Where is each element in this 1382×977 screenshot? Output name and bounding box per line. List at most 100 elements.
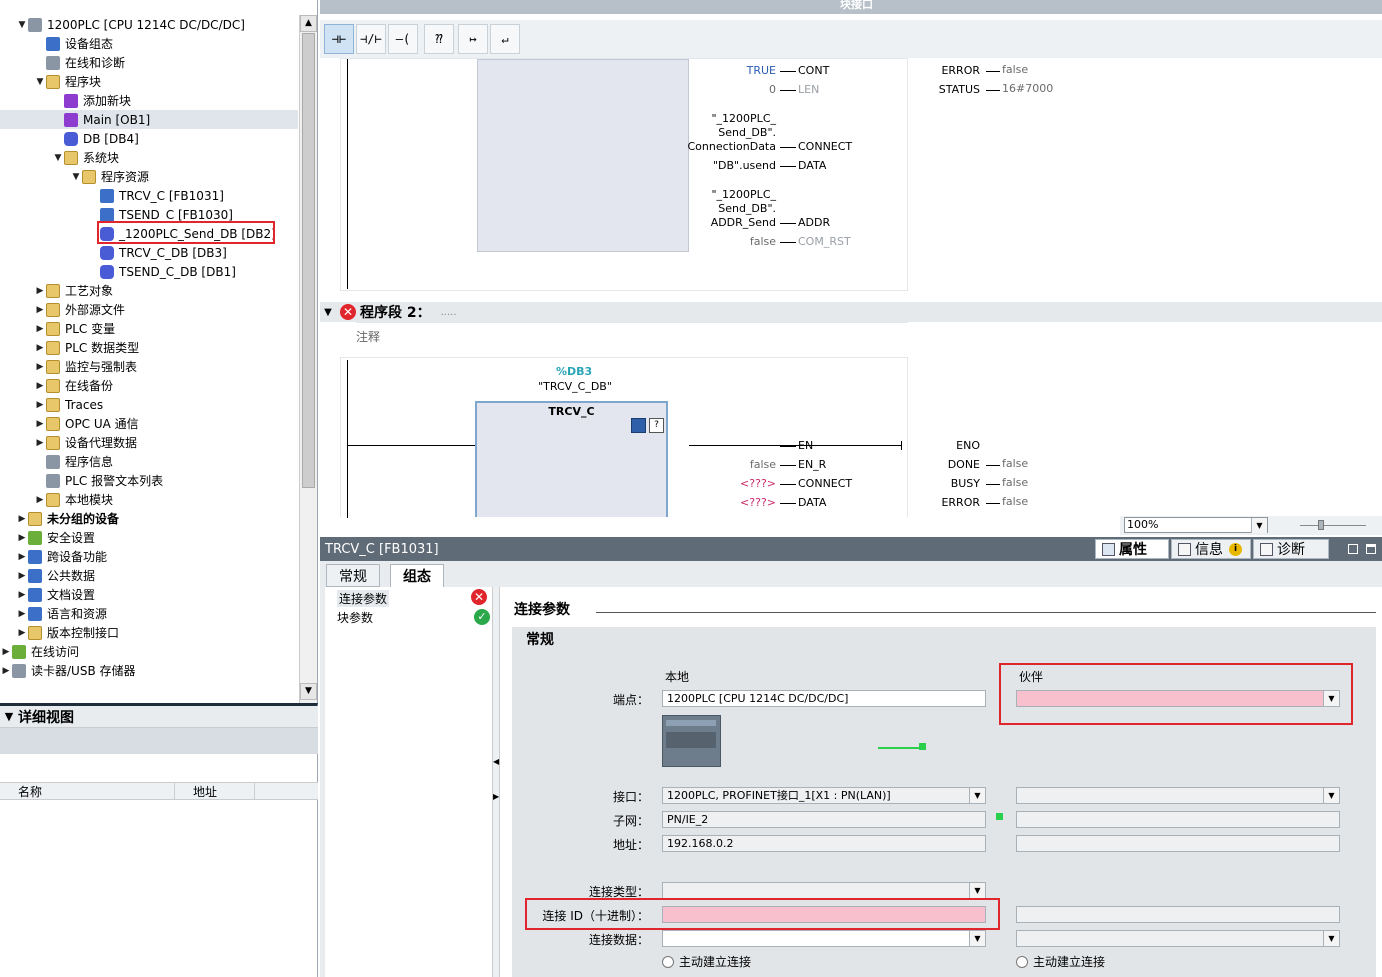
expand-right-icon[interactable]: ▶ xyxy=(493,792,499,801)
tree-item[interactable]: ▶ 公共数据 xyxy=(0,566,298,585)
local-subnet-field[interactable]: PN/IE_2 xyxy=(662,811,986,828)
expand-right-icon[interactable]: ▶ xyxy=(34,400,46,410)
tree-item[interactable]: ▶ PLC 数据类型 xyxy=(0,338,298,357)
tree-item[interactable]: DB [DB4] xyxy=(0,129,298,148)
collapse-left-icon[interactable]: ◀ xyxy=(493,757,499,766)
pin-len-value[interactable]: 0 xyxy=(658,83,776,97)
close-branch-button[interactable]: ↵ xyxy=(490,24,520,54)
nav-connection-params[interactable]: 连接参数 xyxy=(337,590,390,607)
expand-down-icon[interactable]: ▼ xyxy=(52,153,64,163)
zoom-slider[interactable] xyxy=(1300,525,1366,526)
tree-item[interactable]: ▼ 1200PLC [CPU 1214C DC/DC/DC] xyxy=(0,15,298,34)
tree-item[interactable]: TSEND_C_DB [DB1] xyxy=(0,262,298,281)
expand-right-icon[interactable]: ▶ xyxy=(16,552,28,562)
partner-active-connect-radio[interactable]: 主动建立连接 xyxy=(1016,953,1105,970)
tree-item[interactable]: ▶ PLC 变量 xyxy=(0,319,298,338)
column-name[interactable]: 名称 xyxy=(0,783,175,799)
expand-right-icon[interactable]: ▶ xyxy=(16,514,28,524)
tab-info[interactable]: 信息 i xyxy=(1171,539,1251,559)
tab-properties[interactable]: 属性 xyxy=(1095,539,1169,559)
tab-general[interactable]: 常规 xyxy=(326,564,380,587)
tree-item[interactable]: ▶ Traces xyxy=(0,395,298,414)
block-db-icon[interactable] xyxy=(631,418,646,433)
tree-item[interactable]: TRCV_C_DB [DB3] xyxy=(0,243,298,262)
tab-config[interactable]: 组态 xyxy=(390,564,444,587)
nav-block-params[interactable]: 块参数 xyxy=(337,609,373,626)
expand-right-icon[interactable]: ▶ xyxy=(34,381,46,391)
detail-view-header[interactable]: ▼ 详细视图 xyxy=(0,706,318,728)
empty-box-button[interactable]: ⁇ xyxy=(424,24,454,54)
tree-item[interactable]: ▼ 系统块 xyxy=(0,148,298,167)
tree-item[interactable]: ▶ 安全设置 xyxy=(0,528,298,547)
expand-right-icon[interactable]: ▶ xyxy=(34,362,46,372)
expand-down-icon[interactable]: ▼ xyxy=(16,20,28,30)
tree-item[interactable]: ▶ 工艺对象 xyxy=(0,281,298,300)
pin-addr-value[interactable]: "_1200PLC_ Send_DB". ADDR_Send xyxy=(658,188,776,230)
tree-item[interactable]: PLC 报警文本列表 xyxy=(0,471,298,490)
expand-right-icon[interactable]: ▶ xyxy=(16,571,28,581)
expand-right-icon[interactable]: ▶ xyxy=(34,495,46,505)
zoom-select[interactable]: 100% ▼ xyxy=(1124,517,1268,533)
restore-icon[interactable] xyxy=(1348,544,1358,554)
expand-right-icon[interactable]: ▶ xyxy=(34,324,46,334)
chevron-down-icon[interactable]: ▼ xyxy=(1323,788,1339,803)
chevron-down-icon[interactable]: ▼ xyxy=(1251,518,1267,533)
expand-down-icon[interactable]: ▼ xyxy=(34,77,46,87)
expand-down-icon[interactable]: ▼ xyxy=(70,172,82,182)
scroll-thumb[interactable] xyxy=(302,33,315,488)
maximize-icon[interactable] xyxy=(1366,544,1376,554)
pin-done-value[interactable]: false xyxy=(1002,457,1028,470)
expand-right-icon[interactable]: ▶ xyxy=(16,533,28,543)
local-connection-data-select[interactable]: ▼ xyxy=(662,930,986,947)
chevron-down-icon[interactable]: ▼ xyxy=(969,788,985,803)
partner-connection-data-select[interactable]: ▼ xyxy=(1016,930,1340,947)
expand-right-icon[interactable]: ▶ xyxy=(34,305,46,315)
radio-circle[interactable] xyxy=(662,955,674,968)
tab-diagnostics[interactable]: 诊断 xyxy=(1253,539,1329,559)
tree-item[interactable]: 程序信息 xyxy=(0,452,298,471)
nc-contact-button[interactable]: ⊣/⊢ xyxy=(356,24,386,54)
tree-item[interactable]: ▶ 在线备份 xyxy=(0,376,298,395)
network-2-header[interactable]: ▼ ✕ 程序段 2： ..... xyxy=(320,302,1382,322)
partner-address-field[interactable] xyxy=(1016,835,1340,852)
scroll-up-button[interactable]: ▲ xyxy=(300,15,317,32)
scroll-down-button[interactable]: ▼ xyxy=(300,683,317,700)
pin-com_rst-value[interactable]: false xyxy=(658,235,776,249)
pin-cont-value[interactable]: TRUE xyxy=(658,64,776,78)
tree-scrollbar[interactable]: ▲ ▼ xyxy=(299,15,317,703)
expand-right-icon[interactable]: ▶ xyxy=(34,419,46,429)
pin-busy-value[interactable]: false xyxy=(1002,476,1028,489)
local-endpoint-field[interactable]: 1200PLC [CPU 1214C DC/DC/DC] xyxy=(662,690,986,707)
connection-type-select[interactable]: ▼ xyxy=(662,882,986,899)
coil-button[interactable]: –( )– xyxy=(388,24,418,74)
pin-en_r-value[interactable]: false xyxy=(658,458,776,472)
pin-error-value[interactable]: false xyxy=(1002,63,1028,76)
tree-item[interactable]: ▶ 监控与强制表 xyxy=(0,357,298,376)
expand-right-icon[interactable]: ▶ xyxy=(16,609,28,619)
tree-item[interactable]: ▶ 语言和资源 xyxy=(0,604,298,623)
block-info-icon[interactable]: ? xyxy=(649,418,664,433)
expand-right-icon[interactable]: ▶ xyxy=(0,666,12,676)
tree-item[interactable]: TRCV_C [FB1031] xyxy=(0,186,298,205)
tree-item[interactable]: 添加新块 xyxy=(0,91,298,110)
tree-item[interactable]: ▶ 在线访问 xyxy=(0,642,298,661)
tree-item[interactable]: ▼ 程序块 xyxy=(0,72,298,91)
expand-right-icon[interactable]: ▶ xyxy=(34,286,46,296)
expand-right-icon[interactable]: ▶ xyxy=(16,590,28,600)
collapse-icon[interactable]: ▼ xyxy=(320,307,336,318)
tree-item[interactable]: ▶ 设备代理数据 xyxy=(0,433,298,452)
expand-right-icon[interactable]: ▶ xyxy=(34,343,46,353)
tree-item[interactable]: ▶ 读卡器/USB 存储器 xyxy=(0,661,298,680)
tree-item[interactable]: ▶ 本地模块 xyxy=(0,490,298,509)
db3-name[interactable]: "TRCV_C_DB" xyxy=(530,380,620,393)
local-address-field[interactable]: 192.168.0.2 xyxy=(662,835,986,852)
tree-item[interactable]: ▶ 版本控制接口 xyxy=(0,623,298,642)
tree-item[interactable]: ▶ 未分组的设备 xyxy=(0,509,298,528)
tree-item[interactable]: ▼ 程序资源 xyxy=(0,167,298,186)
chevron-down-icon[interactable]: ▼ xyxy=(969,931,985,946)
no-contact-button[interactable]: ⊣⊢ xyxy=(324,24,354,54)
pin-data-value[interactable]: "DB".usend xyxy=(658,159,776,173)
chevron-down-icon[interactable]: ▼ xyxy=(0,710,18,723)
zoom-slider-thumb[interactable] xyxy=(1318,520,1324,530)
tree-item[interactable]: 在线和诊断 xyxy=(0,53,298,72)
